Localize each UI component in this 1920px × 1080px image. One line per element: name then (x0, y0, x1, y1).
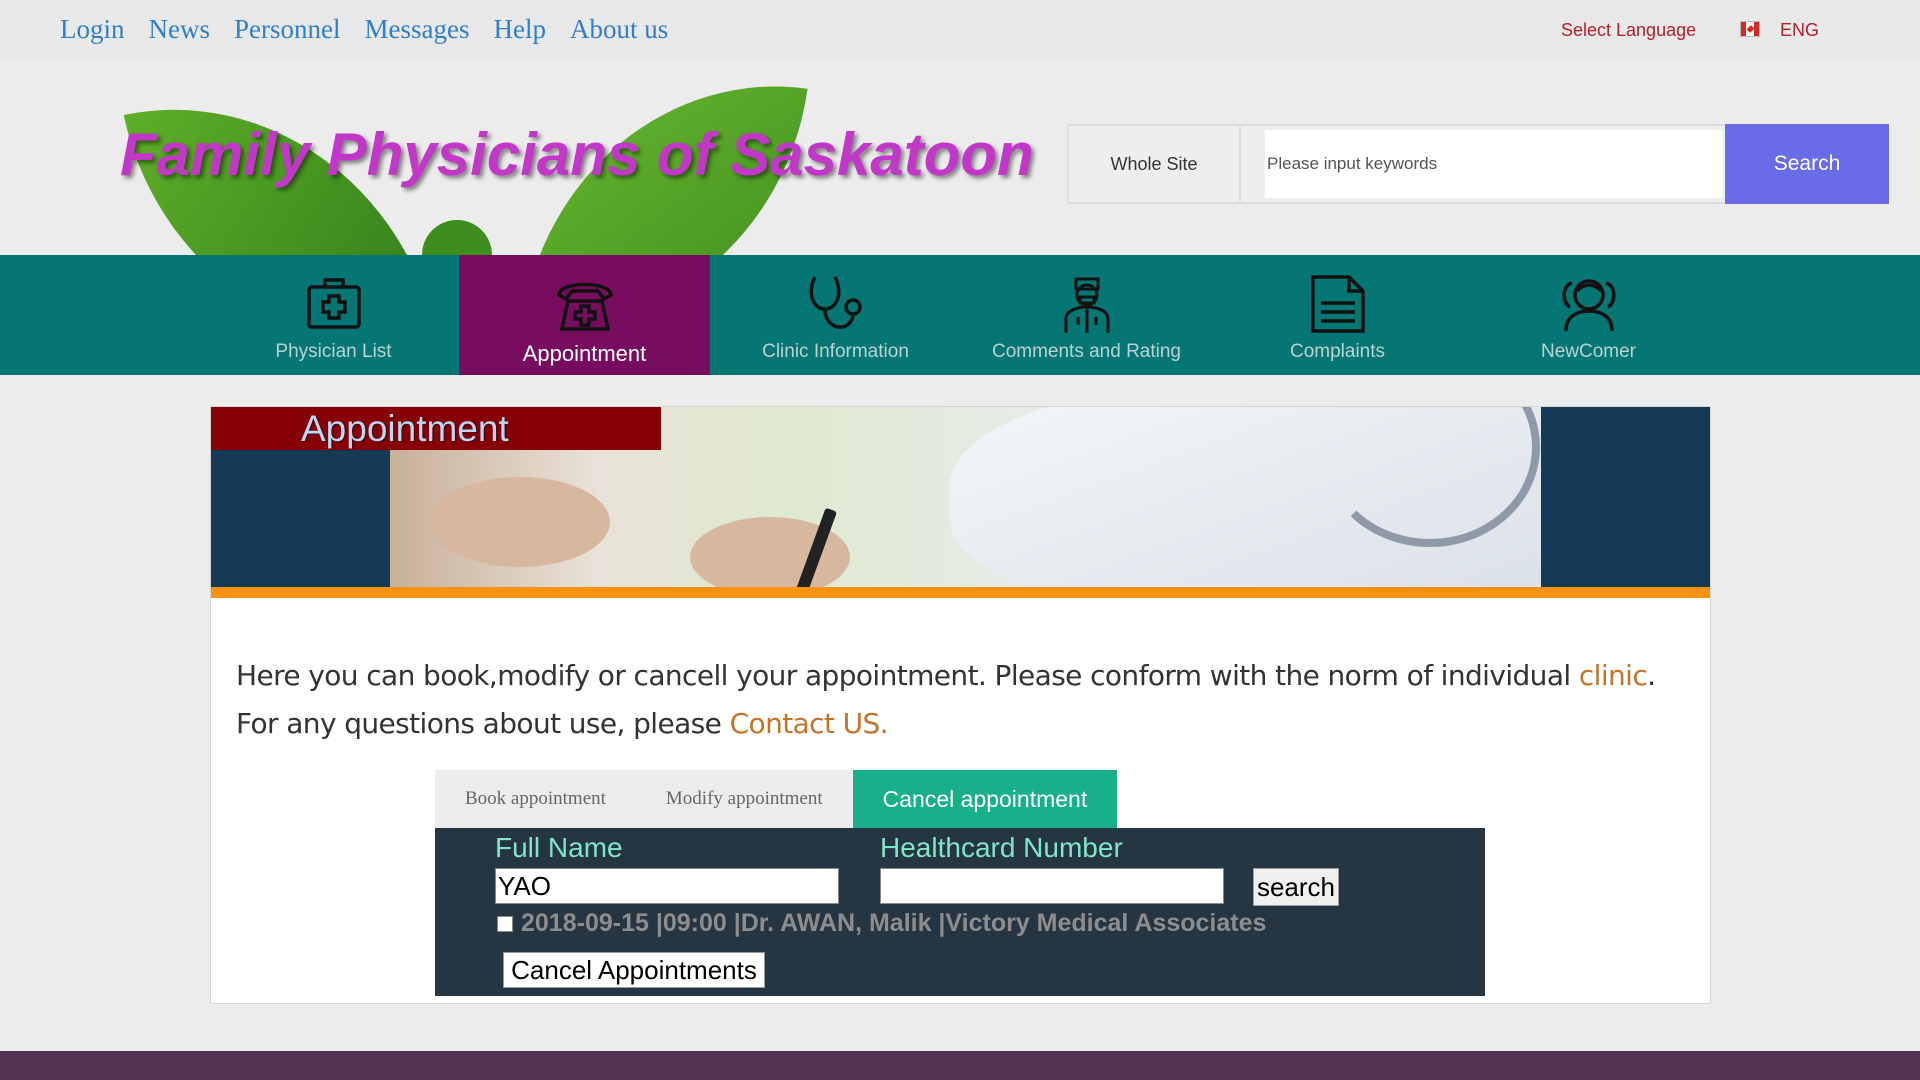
search-scope-select[interactable]: Whole Site (1069, 126, 1241, 202)
content-box: Appointment Here you can book,modify or … (210, 406, 1711, 1004)
nav-comments-rating[interactable]: Comments and Rating (961, 255, 1212, 375)
nav-newcomer[interactable]: NewComer (1463, 255, 1714, 375)
nav-news-link[interactable]: News (149, 14, 211, 45)
doctor-icon (1064, 277, 1109, 333)
nav-login-link[interactable]: Login (60, 14, 125, 45)
appointment-search-button[interactable]: search (1253, 868, 1339, 906)
nav-label: Comments and Rating (991, 341, 1182, 362)
healthcard-label: Healthcard Number (880, 832, 1123, 863)
intro-line1-end: . (1647, 659, 1656, 692)
search-input[interactable] (1265, 130, 1723, 198)
nav-help-link[interactable]: Help (493, 14, 545, 45)
appointment-tabs: Book appointment Modify appointment Canc… (435, 770, 1118, 828)
stethoscope-icon (809, 276, 862, 329)
nav-label: Complaints (1289, 341, 1386, 362)
clinic-link[interactable]: clinic (1579, 659, 1648, 692)
nav-label: Physician List (275, 341, 392, 362)
search-button[interactable]: Search (1725, 124, 1889, 204)
telephone-icon (556, 282, 613, 331)
nav-label: NewComer (1540, 341, 1637, 362)
canada-flag-icon (1740, 21, 1760, 37)
nav-appointment[interactable]: Appointment (459, 255, 710, 375)
first-aid-kit-icon (306, 278, 361, 329)
full-name-label: Full Name (495, 832, 623, 863)
appointment-entry: 2018-09-15 |09:00 |Dr. AWAN, Malik |Vict… (521, 909, 1267, 937)
select-language-link[interactable]: Select Language (1561, 20, 1696, 41)
document-icon (1310, 275, 1365, 333)
cancel-appointment-panel: Full Name Healthcard Number search 2018-… (435, 828, 1485, 996)
nav-label: Appointment (522, 341, 647, 366)
healthcard-input[interactable] (880, 868, 1224, 904)
intro-line1: Here you can book,modify or cancell your… (236, 659, 1579, 692)
banner-divider (211, 587, 1710, 598)
appointment-banner: Appointment (211, 407, 1710, 587)
top-nav: Login News Personnel Messages Help About… (60, 14, 668, 45)
leaf-logo-bud (422, 220, 492, 255)
intro-text: Here you can book,modify or cancell your… (236, 652, 1656, 748)
contact-us-link[interactable]: Contact US. (730, 707, 889, 740)
full-name-input[interactable] (495, 868, 839, 904)
nav-personnel-link[interactable]: Personnel (234, 14, 340, 45)
intro-line2: For any questions about use, please (236, 707, 730, 740)
language-current[interactable]: ENG (1780, 20, 1819, 41)
nav-messages-link[interactable]: Messages (364, 14, 469, 45)
tab-book-appointment[interactable]: Book appointment (435, 770, 636, 828)
tab-modify-appointment[interactable]: Modify appointment (635, 770, 853, 828)
nav-clinic-information[interactable]: Clinic Information (710, 255, 961, 375)
nav-complaints[interactable]: Complaints (1212, 255, 1463, 375)
footer (0, 1051, 1920, 1080)
appointment-checkbox[interactable] (497, 916, 513, 932)
nav-about-link[interactable]: About us (570, 14, 668, 45)
banner-title: Appointment (211, 407, 661, 450)
nav-physician-list[interactable]: Physician List (208, 255, 459, 375)
cancel-appointments-button[interactable]: Cancel Appointments (503, 952, 765, 988)
site-title: Family Physicians of Saskatoon (120, 121, 1034, 188)
tab-cancel-appointment[interactable]: Cancel appointment (852, 770, 1118, 828)
top-bar: Login News Personnel Messages Help About… (0, 0, 1920, 60)
nav-label: Clinic Information (762, 341, 909, 362)
main-nav: Physician List Appointment Clinic Inform… (0, 255, 1920, 375)
people-icon (1562, 279, 1615, 332)
